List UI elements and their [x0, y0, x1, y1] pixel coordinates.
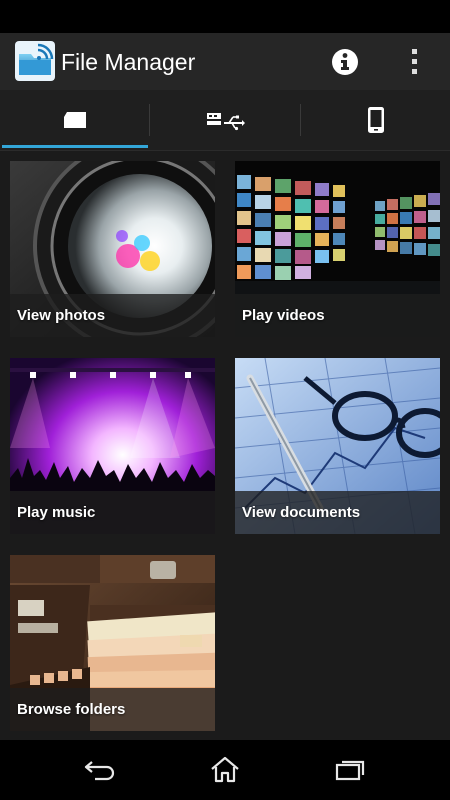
- phone-icon: [367, 107, 384, 133]
- system-nav-bar: [0, 740, 450, 800]
- tile-play-videos[interactable]: Play videos: [235, 161, 440, 337]
- tile-label: Play videos: [242, 307, 325, 324]
- app-title: File Manager: [61, 49, 196, 75]
- tile-label: Play music: [17, 504, 96, 521]
- tile-play-music[interactable]: Play music: [10, 358, 215, 534]
- tile-label: Browse folders: [17, 701, 126, 718]
- storage-tab-bar: [0, 90, 450, 151]
- tile-label: View documents: [242, 504, 361, 521]
- tile-view-documents[interactable]: View documents: [235, 358, 440, 534]
- overflow-menu-button[interactable]: [400, 42, 430, 82]
- tile-browse-folders[interactable]: Browse folders: [10, 555, 215, 731]
- back-button[interactable]: [75, 750, 125, 790]
- home-button[interactable]: [200, 750, 250, 790]
- recent-apps-button[interactable]: [325, 750, 375, 790]
- screen: File Manager View photos Play videos Pla…: [0, 0, 450, 800]
- tab-sd-card[interactable]: [0, 90, 149, 150]
- recent-apps-icon: [335, 760, 365, 781]
- home-icon: [211, 756, 239, 783]
- overflow-menu-icon: [412, 49, 417, 74]
- tile-view-photos[interactable]: View photos: [10, 161, 215, 337]
- action-bar: File Manager: [0, 33, 450, 90]
- tile-grid: View photos Play videos Play music View …: [0, 151, 450, 740]
- info-icon: [332, 49, 358, 75]
- status-bar: [0, 0, 450, 33]
- file-manager-folder-icon[interactable]: [14, 40, 56, 82]
- back-icon: [84, 761, 115, 781]
- tab-phone[interactable]: [301, 90, 450, 150]
- tab-usb[interactable]: [150, 90, 299, 150]
- tile-label: View photos: [17, 307, 106, 324]
- selected-tab-indicator: [2, 145, 148, 148]
- usb-icon: [206, 113, 245, 131]
- info-button[interactable]: [325, 42, 365, 82]
- sd-card-icon: [63, 112, 86, 128]
